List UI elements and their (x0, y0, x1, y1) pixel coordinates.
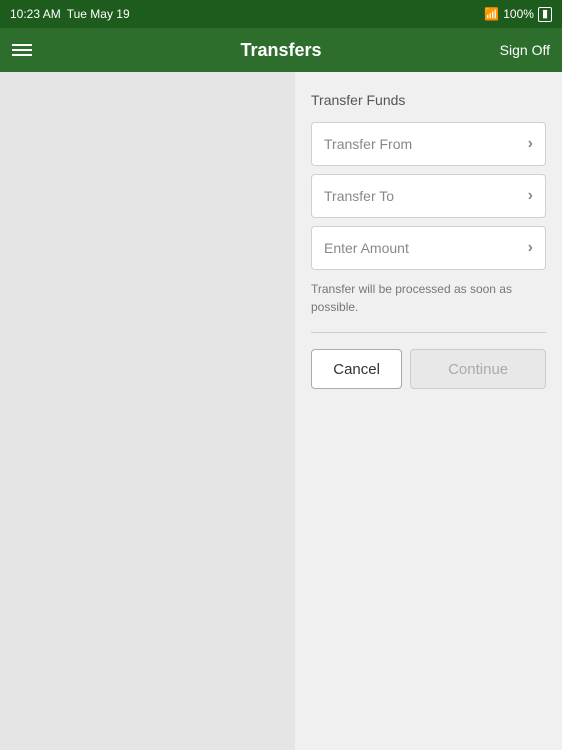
status-right: 📶 100% ▮ (484, 7, 552, 22)
enter-amount-field[interactable]: Enter Amount › (311, 226, 546, 270)
enter-amount-label: Enter Amount (324, 240, 409, 256)
right-panel: Transfer Funds Transfer From › Transfer … (295, 72, 562, 750)
status-left: 10:23 AM Tue May 19 (10, 7, 130, 21)
hamburger-line-2 (12, 49, 32, 51)
page-title: Transfers (240, 40, 321, 61)
nav-bar: Transfers Sign Off (0, 28, 562, 72)
status-bar: 10:23 AM Tue May 19 📶 100% ▮ (0, 0, 562, 28)
cancel-button[interactable]: Cancel (311, 349, 402, 389)
main-layout: Transfer Funds Transfer From › Transfer … (0, 72, 562, 750)
sign-off-button[interactable]: Sign Off (500, 42, 550, 58)
enter-amount-chevron-icon: › (528, 239, 533, 257)
left-panel (0, 72, 295, 750)
wifi-icon: 📶 (484, 7, 499, 21)
date-display: Tue May 19 (67, 7, 130, 21)
section-title: Transfer Funds (311, 92, 546, 108)
battery-display: 100% (503, 7, 534, 21)
transfer-from-field[interactable]: Transfer From › (311, 122, 546, 166)
buttons-row: Cancel Continue (311, 349, 546, 389)
transfer-to-label: Transfer To (324, 188, 394, 204)
battery-icon: ▮ (538, 7, 552, 22)
continue-button[interactable]: Continue (410, 349, 546, 389)
divider (311, 332, 546, 333)
hamburger-line-3 (12, 54, 32, 56)
transfer-from-label: Transfer From (324, 136, 412, 152)
transfer-to-chevron-icon: › (528, 187, 533, 205)
menu-button[interactable] (12, 44, 32, 56)
hamburger-line-1 (12, 44, 32, 46)
note-text: Transfer will be processed as soon as po… (311, 280, 546, 316)
transfer-from-chevron-icon: › (528, 135, 533, 153)
transfer-to-field[interactable]: Transfer To › (311, 174, 546, 218)
time-display: 10:23 AM (10, 7, 61, 21)
